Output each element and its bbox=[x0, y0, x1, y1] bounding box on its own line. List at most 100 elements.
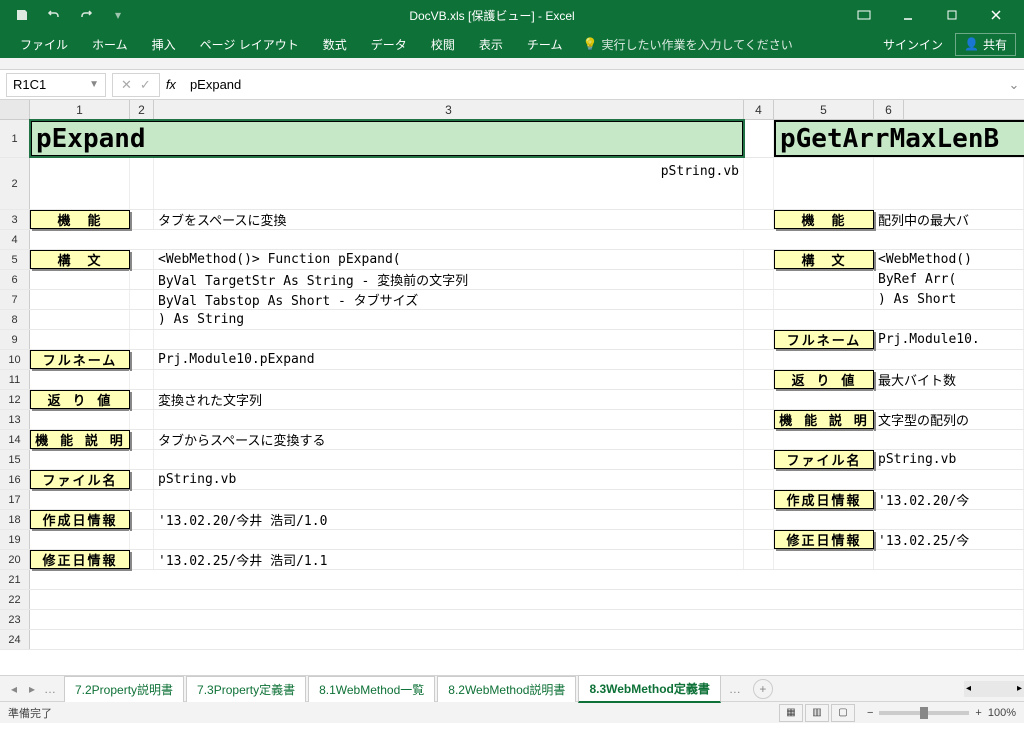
field-label[interactable]: 機 能 説 明 bbox=[30, 430, 130, 449]
cell[interactable]: '13.02.25/今 bbox=[874, 530, 1024, 549]
name-box[interactable]: R1C1 ▼ bbox=[6, 73, 106, 97]
cell[interactable]: '13.02.20/今井 浩司/1.0 bbox=[154, 510, 744, 529]
row-header[interactable]: 16 bbox=[0, 470, 30, 489]
cell[interactable] bbox=[130, 330, 154, 349]
cell[interactable] bbox=[744, 210, 774, 229]
cell[interactable] bbox=[30, 290, 130, 309]
section-header-cell[interactable]: pGetArrMaxLenB bbox=[774, 120, 1024, 157]
sheet-tab[interactable]: 8.1WebMethod一覧 bbox=[308, 676, 435, 702]
cell[interactable] bbox=[874, 430, 1024, 449]
normal-view-icon[interactable]: ▦ bbox=[779, 704, 803, 722]
row-header[interactable]: 1 bbox=[0, 120, 30, 157]
cell[interactable] bbox=[130, 390, 154, 409]
save-icon[interactable] bbox=[10, 3, 34, 27]
cell[interactable] bbox=[744, 510, 774, 529]
add-sheet-button[interactable]: + bbox=[753, 679, 773, 699]
page-break-icon[interactable]: ▢ bbox=[831, 704, 855, 722]
cell[interactable] bbox=[130, 290, 154, 309]
cell[interactable]: pString.vb bbox=[874, 450, 1024, 469]
row-header[interactable]: 9 bbox=[0, 330, 30, 349]
close-icon[interactable] bbox=[976, 3, 1016, 27]
cell[interactable] bbox=[774, 158, 874, 209]
cell[interactable] bbox=[30, 370, 130, 389]
more-sheets-right-icon[interactable]: … bbox=[723, 682, 747, 696]
cell[interactable] bbox=[744, 370, 774, 389]
col-header[interactable]: 2 bbox=[130, 100, 154, 119]
cell[interactable] bbox=[130, 550, 154, 569]
tab-review[interactable]: 校閲 bbox=[419, 30, 467, 58]
cell[interactable] bbox=[744, 120, 774, 157]
cell[interactable] bbox=[744, 390, 774, 409]
cell[interactable] bbox=[744, 158, 774, 209]
zoom-out-icon[interactable]: − bbox=[867, 707, 873, 719]
cell[interactable] bbox=[30, 610, 1024, 629]
row-header[interactable]: 20 bbox=[0, 550, 30, 569]
minimize-icon[interactable] bbox=[888, 3, 928, 27]
zoom-slider[interactable] bbox=[879, 711, 969, 715]
horizontal-scrollbar[interactable]: ◂▸ bbox=[964, 681, 1024, 697]
row-header[interactable]: 19 bbox=[0, 530, 30, 549]
field-label[interactable]: フルネーム bbox=[30, 350, 130, 369]
row-header[interactable]: 8 bbox=[0, 310, 30, 329]
row-header[interactable]: 15 bbox=[0, 450, 30, 469]
row-header[interactable]: 4 bbox=[0, 230, 30, 249]
row-header[interactable]: 2 bbox=[0, 158, 30, 209]
field-label[interactable]: 作成日情報 bbox=[30, 510, 130, 529]
row-header[interactable]: 13 bbox=[0, 410, 30, 429]
zoom-in-icon[interactable]: + bbox=[975, 707, 981, 719]
cell[interactable] bbox=[30, 270, 130, 289]
signin-link[interactable]: サインイン bbox=[883, 36, 943, 53]
formula-input[interactable]: pExpand bbox=[182, 73, 1004, 97]
cell[interactable] bbox=[154, 410, 744, 429]
field-label[interactable]: 修正日情報 bbox=[30, 550, 130, 569]
tell-me-search[interactable]: 💡 実行したい作業を入力してください bbox=[582, 36, 792, 53]
cell[interactable] bbox=[744, 450, 774, 469]
prev-sheet-icon[interactable]: ▸ bbox=[24, 682, 40, 696]
cancel-icon[interactable]: ✕ bbox=[121, 77, 132, 93]
field-label[interactable]: 返 り 値 bbox=[30, 390, 130, 409]
row-header[interactable]: 23 bbox=[0, 610, 30, 629]
cell[interactable] bbox=[874, 390, 1024, 409]
enter-icon[interactable]: ✓ bbox=[140, 77, 151, 93]
cell[interactable] bbox=[874, 158, 1024, 209]
chevron-down-icon[interactable]: ▼ bbox=[89, 79, 99, 90]
cell[interactable]: 変換された文字列 bbox=[154, 390, 744, 409]
cell[interactable] bbox=[774, 470, 874, 489]
cell[interactable] bbox=[744, 490, 774, 509]
field-label[interactable]: 修正日情報 bbox=[774, 530, 874, 549]
cell[interactable] bbox=[130, 450, 154, 469]
cell[interactable]: ByRef Arr( bbox=[874, 270, 1024, 289]
row-header[interactable]: 7 bbox=[0, 290, 30, 309]
cell[interactable] bbox=[774, 550, 874, 569]
fx-icon[interactable]: fx bbox=[160, 77, 182, 92]
field-label[interactable]: 作成日情報 bbox=[774, 490, 874, 509]
select-all-corner[interactable] bbox=[0, 100, 30, 119]
redo-icon[interactable] bbox=[74, 3, 98, 27]
section-header-cell[interactable]: pExpand bbox=[30, 120, 744, 157]
col-header[interactable]: 6 bbox=[874, 100, 904, 119]
cell[interactable]: Prj.Module10.pExpand bbox=[154, 350, 744, 369]
cell[interactable]: pString.vb bbox=[154, 158, 744, 209]
cell[interactable] bbox=[130, 310, 154, 329]
cell[interactable] bbox=[30, 310, 130, 329]
cell[interactable]: '13.02.25/今井 浩司/1.1 bbox=[154, 550, 744, 569]
cell[interactable] bbox=[874, 470, 1024, 489]
cell[interactable]: タブからスペースに変換する bbox=[154, 430, 744, 449]
cell[interactable]: 配列中の最大バ bbox=[874, 210, 1024, 229]
field-label[interactable]: ファイル名 bbox=[30, 470, 130, 489]
cell[interactable]: 文字型の配列の bbox=[874, 410, 1024, 429]
cell[interactable] bbox=[130, 470, 154, 489]
zoom-level[interactable]: 100% bbox=[988, 707, 1016, 719]
sheet-tab[interactable]: 7.3Property定義書 bbox=[186, 676, 306, 702]
field-label[interactable]: 機 能 bbox=[774, 210, 874, 229]
more-sheets-icon[interactable]: … bbox=[42, 682, 58, 696]
tab-pagelayout[interactable]: ページ レイアウト bbox=[188, 30, 311, 58]
cell[interactable] bbox=[154, 370, 744, 389]
cell[interactable] bbox=[744, 310, 774, 329]
cell[interactable] bbox=[130, 158, 154, 209]
cell[interactable] bbox=[130, 250, 154, 269]
cell[interactable] bbox=[874, 350, 1024, 369]
col-header[interactable]: 1 bbox=[30, 100, 130, 119]
cell[interactable] bbox=[874, 310, 1024, 329]
expand-formula-icon[interactable]: ⌄ bbox=[1004, 77, 1024, 93]
